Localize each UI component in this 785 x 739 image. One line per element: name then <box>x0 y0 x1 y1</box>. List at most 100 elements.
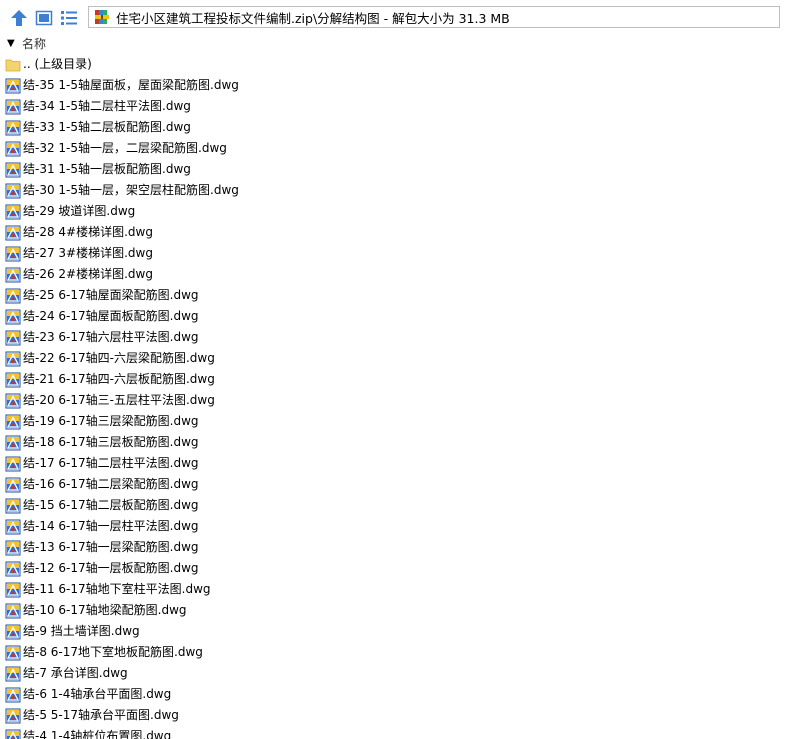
file-name: 结-16 6-17轴二层梁配筋图.dwg <box>23 477 199 491</box>
file-row[interactable]: 结-23 6-17轴六层柱平法图.dwg <box>0 327 785 348</box>
dwg-file-icon <box>5 708 21 724</box>
file-name: 结-24 6-17轴屋面板配筋图.dwg <box>23 309 199 323</box>
file-row[interactable]: 结-27 3#楼梯详图.dwg <box>0 243 785 264</box>
file-name: 结-31 1-5轴一层板配筋图.dwg <box>23 162 191 176</box>
file-row[interactable]: 结-4 1-4轴桩位布置图.dwg <box>0 726 785 739</box>
folder-up-icon <box>5 57 21 73</box>
file-name: 结-11 6-17轴地下室柱平法图.dwg <box>23 582 211 596</box>
file-row[interactable]: 结-29 坡道详图.dwg <box>0 201 785 222</box>
file-name: 结-6 1-4轴承台平面图.dwg <box>23 687 172 701</box>
file-row[interactable]: 结-6 1-4轴承台平面图.dwg <box>0 684 785 705</box>
dwg-file-icon <box>5 204 21 220</box>
dwg-file-icon <box>5 477 21 493</box>
file-row[interactable]: 结-31 1-5轴一层板配筋图.dwg <box>0 159 785 180</box>
file-row[interactable]: 结-28 4#楼梯详图.dwg <box>0 222 785 243</box>
dwg-file-icon <box>5 645 21 661</box>
dwg-file-icon <box>5 666 21 682</box>
file-row[interactable]: 结-12 6-17轴一层板配筋图.dwg <box>0 558 785 579</box>
address-path: 住宅小区建筑工程投标文件编制.zip\分解结构图 - 解包大小为 31.3 MB <box>116 10 510 26</box>
dwg-file-icon <box>5 162 21 178</box>
file-list: .. (上级目录) 结-35 1-5轴屋面板，屋面梁配筋图.dwg 结-34 1-5… <box>0 54 785 739</box>
dwg-file-icon <box>5 540 21 556</box>
file-name: 结-12 6-17轴一层板配筋图.dwg <box>23 561 199 575</box>
dwg-file-icon <box>5 435 21 451</box>
file-row[interactable]: 结-9 挡土墙详图.dwg <box>0 621 785 642</box>
file-name: 结-10 6-17轴地梁配筋图.dwg <box>23 603 187 617</box>
file-row[interactable]: 结-14 6-17轴一层柱平法图.dwg <box>0 516 785 537</box>
file-name: 结-21 6-17轴四-六层板配筋图.dwg <box>23 372 215 386</box>
file-name: 结-34 1-5轴二层柱平法图.dwg <box>23 99 191 113</box>
file-row[interactable]: 结-16 6-17轴二层梁配筋图.dwg <box>0 474 785 495</box>
file-row[interactable]: 结-22 6-17轴四-六层梁配筋图.dwg <box>0 348 785 369</box>
dwg-file-icon <box>5 414 21 430</box>
dwg-file-icon <box>5 687 21 703</box>
dwg-file-icon <box>5 393 21 409</box>
file-row[interactable]: 结-21 6-17轴四-六层板配筋图.dwg <box>0 369 785 390</box>
file-name: 结-25 6-17轴屋面梁配筋图.dwg <box>23 288 199 302</box>
dwg-file-icon <box>5 183 21 199</box>
dwg-file-icon <box>5 78 21 94</box>
file-row[interactable]: 结-18 6-17轴三层板配筋图.dwg <box>0 432 785 453</box>
column-header[interactable]: ▼ 名称 <box>0 34 785 53</box>
file-name: 结-15 6-17轴二层板配筋图.dwg <box>23 498 199 512</box>
dwg-file-icon <box>5 729 21 739</box>
file-row[interactable]: 结-33 1-5轴二层板配筋图.dwg <box>0 117 785 138</box>
dwg-file-icon <box>5 288 21 304</box>
file-name: 结-19 6-17轴三层梁配筋图.dwg <box>23 414 199 428</box>
dwg-file-icon <box>5 456 21 472</box>
file-row[interactable]: 结-11 6-17轴地下室柱平法图.dwg <box>0 579 785 600</box>
dwg-file-icon <box>5 582 21 598</box>
file-row[interactable]: 结-19 6-17轴三层梁配筋图.dwg <box>0 411 785 432</box>
dwg-file-icon <box>5 498 21 514</box>
file-name: 结-5 5-17轴承台平面图.dwg <box>23 708 179 722</box>
dwg-file-icon <box>5 603 21 619</box>
dwg-file-icon <box>5 141 21 157</box>
sort-indicator: ▼ <box>7 38 15 49</box>
file-row[interactable]: 结-20 6-17轴三-五层柱平法图.dwg <box>0 390 785 411</box>
file-name: 结-23 6-17轴六层柱平法图.dwg <box>23 330 199 344</box>
file-row[interactable]: 结-8 6-17地下室地板配筋图.dwg <box>0 642 785 663</box>
file-name: 结-4 1-4轴桩位布置图.dwg <box>23 729 172 739</box>
file-name: 结-28 4#楼梯详图.dwg <box>23 225 153 239</box>
file-name: 结-32 1-5轴一层，二层梁配筋图.dwg <box>23 141 227 155</box>
file-row[interactable]: 结-7 承台详图.dwg <box>0 663 785 684</box>
dwg-file-icon <box>5 225 21 241</box>
parent-directory-row[interactable]: .. (上级目录) <box>0 54 785 75</box>
file-row[interactable]: 结-13 6-17轴一层梁配筋图.dwg <box>0 537 785 558</box>
zip-archive-icon <box>94 9 110 25</box>
dwg-file-icon <box>5 561 21 577</box>
toolbar: 住宅小区建筑工程投标文件编制.zip\分解结构图 - 解包大小为 31.3 MB <box>0 0 785 34</box>
list-view-icon[interactable] <box>59 8 79 28</box>
dwg-file-icon <box>5 330 21 346</box>
file-name: 结-14 6-17轴一层柱平法图.dwg <box>23 519 199 533</box>
dwg-file-icon <box>5 99 21 115</box>
file-name: 结-26 2#楼梯详图.dwg <box>23 267 153 281</box>
file-name: 结-22 6-17轴四-六层梁配筋图.dwg <box>23 351 215 365</box>
file-row[interactable]: 结-5 5-17轴承台平面图.dwg <box>0 705 785 726</box>
dwg-file-icon <box>5 519 21 535</box>
file-row[interactable]: 结-30 1-5轴一层，架空层柱配筋图.dwg <box>0 180 785 201</box>
address-bar[interactable]: 住宅小区建筑工程投标文件编制.zip\分解结构图 - 解包大小为 31.3 MB <box>88 6 780 28</box>
file-row[interactable]: 结-34 1-5轴二层柱平法图.dwg <box>0 96 785 117</box>
dwg-file-icon <box>5 372 21 388</box>
file-row[interactable]: 结-32 1-5轴一层，二层梁配筋图.dwg <box>0 138 785 159</box>
large-icon-view-icon[interactable] <box>34 8 54 28</box>
file-row[interactable]: 结-10 6-17轴地梁配筋图.dwg <box>0 600 785 621</box>
file-row[interactable]: 结-17 6-17轴二层柱平法图.dwg <box>0 453 785 474</box>
dwg-file-icon <box>5 351 21 367</box>
file-name: 结-13 6-17轴一层梁配筋图.dwg <box>23 540 199 554</box>
file-row[interactable]: 结-35 1-5轴屋面板，屋面梁配筋图.dwg <box>0 75 785 96</box>
file-name: 结-30 1-5轴一层，架空层柱配筋图.dwg <box>23 183 239 197</box>
file-name: 结-27 3#楼梯详图.dwg <box>23 246 153 260</box>
dwg-file-icon <box>5 267 21 283</box>
up-arrow-icon[interactable] <box>9 8 29 28</box>
dwg-file-icon <box>5 120 21 136</box>
file-row[interactable]: 结-24 6-17轴屋面板配筋图.dwg <box>0 306 785 327</box>
file-name: 结-8 6-17地下室地板配筋图.dwg <box>23 645 203 659</box>
name-column-header[interactable]: 名称 <box>22 35 46 52</box>
file-row[interactable]: 结-15 6-17轴二层板配筋图.dwg <box>0 495 785 516</box>
file-row[interactable]: 结-25 6-17轴屋面梁配筋图.dwg <box>0 285 785 306</box>
file-name: 结-33 1-5轴二层板配筋图.dwg <box>23 120 191 134</box>
file-name: 结-7 承台详图.dwg <box>23 666 128 680</box>
file-row[interactable]: 结-26 2#楼梯详图.dwg <box>0 264 785 285</box>
